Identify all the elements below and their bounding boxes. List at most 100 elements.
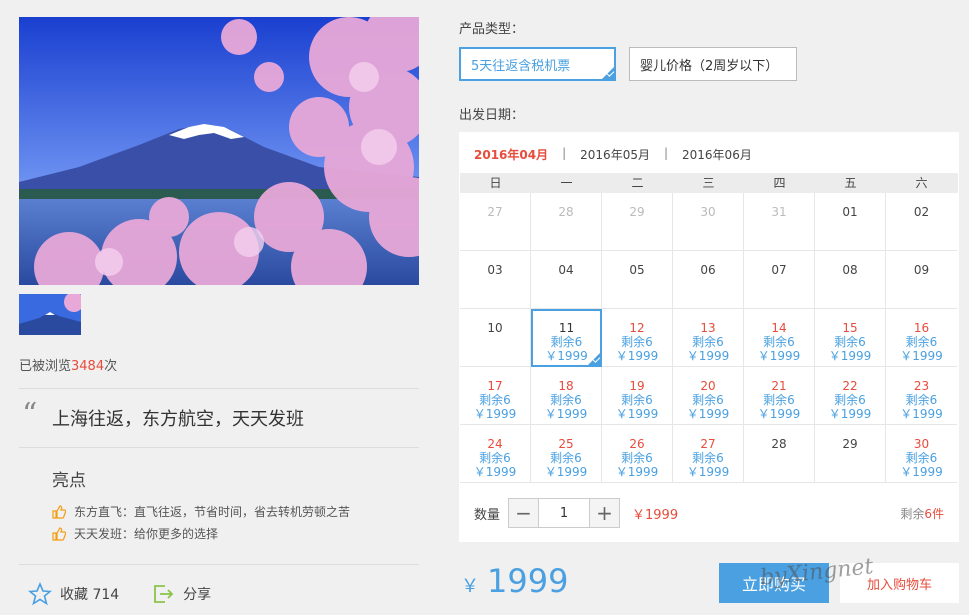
- weekday-header: 日 一 二 三 四 五 六: [460, 173, 958, 193]
- calendar-day: 04: [531, 251, 602, 309]
- calendar-day: 06: [673, 251, 744, 309]
- weekday-label: 五: [844, 176, 857, 190]
- calendar-day: 28: [744, 425, 815, 483]
- unit-price: ￥1999: [632, 507, 679, 523]
- quantity-input[interactable]: 1: [538, 499, 591, 527]
- day-price: ￥1999: [544, 407, 588, 421]
- add-to-cart-button[interactable]: 加入购物车: [840, 563, 959, 603]
- thumbs-up-icon: [52, 526, 66, 541]
- stock-remaining: 剩余6件: [900, 506, 944, 521]
- day-number: 24: [487, 437, 503, 451]
- month-tab-2016-05[interactable]: 2016年05月: [580, 146, 650, 163]
- calendar-day: 08: [815, 251, 886, 309]
- day-price: ￥1999: [544, 465, 588, 479]
- product-option-infant[interactable]: 婴儿价格（2周岁以下）: [629, 47, 797, 81]
- day-price: ￥1999: [615, 349, 659, 363]
- day-remaining: 剩余6: [621, 451, 653, 465]
- calendar-day[interactable]: 15 剩余6 ￥1999: [815, 309, 886, 367]
- day-remaining: 剩余6: [479, 393, 511, 407]
- day-number: 08: [842, 263, 858, 277]
- day-remaining: 剩余6: [905, 393, 938, 407]
- calendar-day[interactable]: 27 剩余6 ￥1999: [673, 425, 744, 483]
- day-remaining: 剩余6: [692, 393, 724, 407]
- calendar-day: 29: [602, 193, 673, 251]
- calendar-day[interactable]: 24 剩余6 ￥1999: [460, 425, 531, 483]
- check-icon: [586, 351, 602, 367]
- calendar-day[interactable]: 25 剩余6 ￥1999: [531, 425, 602, 483]
- quote-icon: “: [22, 397, 38, 432]
- highlights-title: 亮点: [52, 471, 86, 491]
- weekday-label: 六: [915, 176, 928, 190]
- calendar-day[interactable]: 17 剩余6 ￥1999: [460, 367, 531, 425]
- calendar-day: 30: [673, 193, 744, 251]
- day-remaining: 剩余6: [621, 335, 653, 349]
- product-type-label: 产品类型：: [459, 22, 525, 37]
- thumbnail-image[interactable]: [19, 294, 81, 335]
- day-number: 07: [771, 263, 787, 277]
- day-number: 11: [558, 321, 575, 335]
- month-tab-2016-04[interactable]: 2016年04月: [474, 146, 548, 163]
- day-number: 30: [913, 437, 930, 451]
- day-price: ￥1999: [757, 349, 801, 363]
- day-remaining: 剩余6: [621, 393, 653, 407]
- buy-now-button[interactable]: 立即购买: [719, 563, 829, 603]
- day-price: ￥1999: [828, 407, 872, 421]
- departure-date-label: 出发日期：: [459, 108, 525, 123]
- calendar-day[interactable]: 12 剩余6 ￥1999: [602, 309, 673, 367]
- day-number: 03: [487, 263, 503, 277]
- main-product-image: [19, 17, 419, 285]
- calendar-day: 09: [886, 251, 957, 309]
- calendar-day[interactable]: 14 剩余6 ￥1999: [744, 309, 815, 367]
- calendar-day[interactable]: 21 剩余6 ￥1999: [744, 367, 815, 425]
- decrement-button[interactable]: −: [509, 499, 539, 527]
- day-price: ￥1999: [686, 465, 730, 479]
- calendar-day[interactable]: 19 剩余6 ￥1999: [602, 367, 673, 425]
- quantity-label: 数量: [474, 507, 501, 523]
- day-number: 28: [558, 205, 574, 219]
- calendar-day[interactable]: 13 剩余6 ￥1999: [673, 309, 744, 367]
- weekday-label: 三: [702, 176, 715, 190]
- calendar-day[interactable]: 26 剩余6 ￥1999: [602, 425, 673, 483]
- calendar-day[interactable]: 30 剩余6 ￥1999: [886, 425, 957, 483]
- favorite-button[interactable]: 收藏 714: [28, 582, 119, 606]
- day-number: 26: [629, 437, 645, 451]
- share-icon: [154, 585, 174, 603]
- day-number: 14: [771, 321, 787, 335]
- product-option-round-trip[interactable]: 5天往返含税机票: [459, 47, 616, 81]
- currency-symbol: ￥: [461, 576, 479, 597]
- departure-calendar: 2016年04月 | 2016年05月 | 2016年06月 日 一 二 三 四…: [459, 132, 959, 542]
- day-price: ￥1999: [615, 407, 659, 421]
- month-separator: |: [663, 146, 669, 160]
- day-price: ￥1999: [615, 465, 659, 479]
- calendar-day: 02: [886, 193, 957, 251]
- day-number: 18: [558, 379, 574, 393]
- calendar-day: 05: [602, 251, 673, 309]
- day-remaining: 剩余6: [692, 335, 724, 349]
- day-number: 02: [913, 205, 930, 219]
- calendar-day[interactable]: 23 剩余6 ￥1999: [886, 367, 957, 425]
- day-number: 21: [771, 379, 787, 393]
- day-remaining: 剩余6: [763, 393, 795, 407]
- day-number: 10: [487, 321, 503, 335]
- calendar-day[interactable]: 18 剩余6 ￥1999: [531, 367, 602, 425]
- product-headline: 上海往返，东方航空，天天发班: [52, 409, 304, 430]
- increment-button[interactable]: +: [590, 499, 620, 527]
- month-tab-2016-06[interactable]: 2016年06月: [682, 146, 752, 163]
- day-remaining: 剩余6: [905, 451, 938, 465]
- weekday-label: 四: [773, 176, 786, 190]
- calendar-day: 03: [460, 251, 531, 309]
- share-button[interactable]: 分享: [151, 582, 211, 606]
- calendar-day: 27: [460, 193, 531, 251]
- divider: [19, 447, 419, 448]
- divider: [19, 388, 419, 389]
- calendar-day[interactable]: 16 剩余6 ￥1999: [886, 309, 957, 367]
- weekday-label: 一: [560, 176, 573, 190]
- calendar-day: 28: [531, 193, 602, 251]
- calendar-day[interactable]: 22 剩余6 ￥1999: [815, 367, 886, 425]
- view-count: 已被浏览3484次: [19, 359, 118, 374]
- total-price-value: 1999: [487, 562, 569, 600]
- calendar-day[interactable]: 11 剩余6 ￥1999: [531, 309, 602, 367]
- day-number: 01: [842, 205, 858, 219]
- calendar-day[interactable]: 20 剩余6 ￥1999: [673, 367, 744, 425]
- day-remaining: 剩余6: [479, 451, 511, 465]
